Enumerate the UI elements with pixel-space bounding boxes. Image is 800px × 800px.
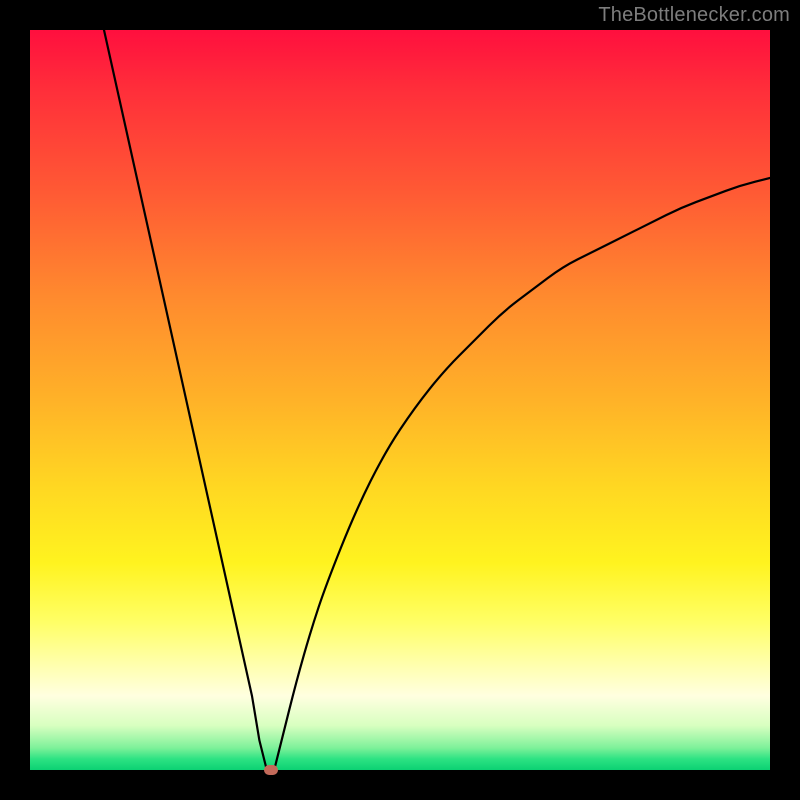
optimal-point-marker bbox=[264, 765, 278, 775]
chart-frame: TheBottlenecker.com bbox=[0, 0, 800, 800]
watermark-text: TheBottlenecker.com bbox=[598, 4, 790, 27]
gradient-plot-area bbox=[30, 30, 770, 770]
